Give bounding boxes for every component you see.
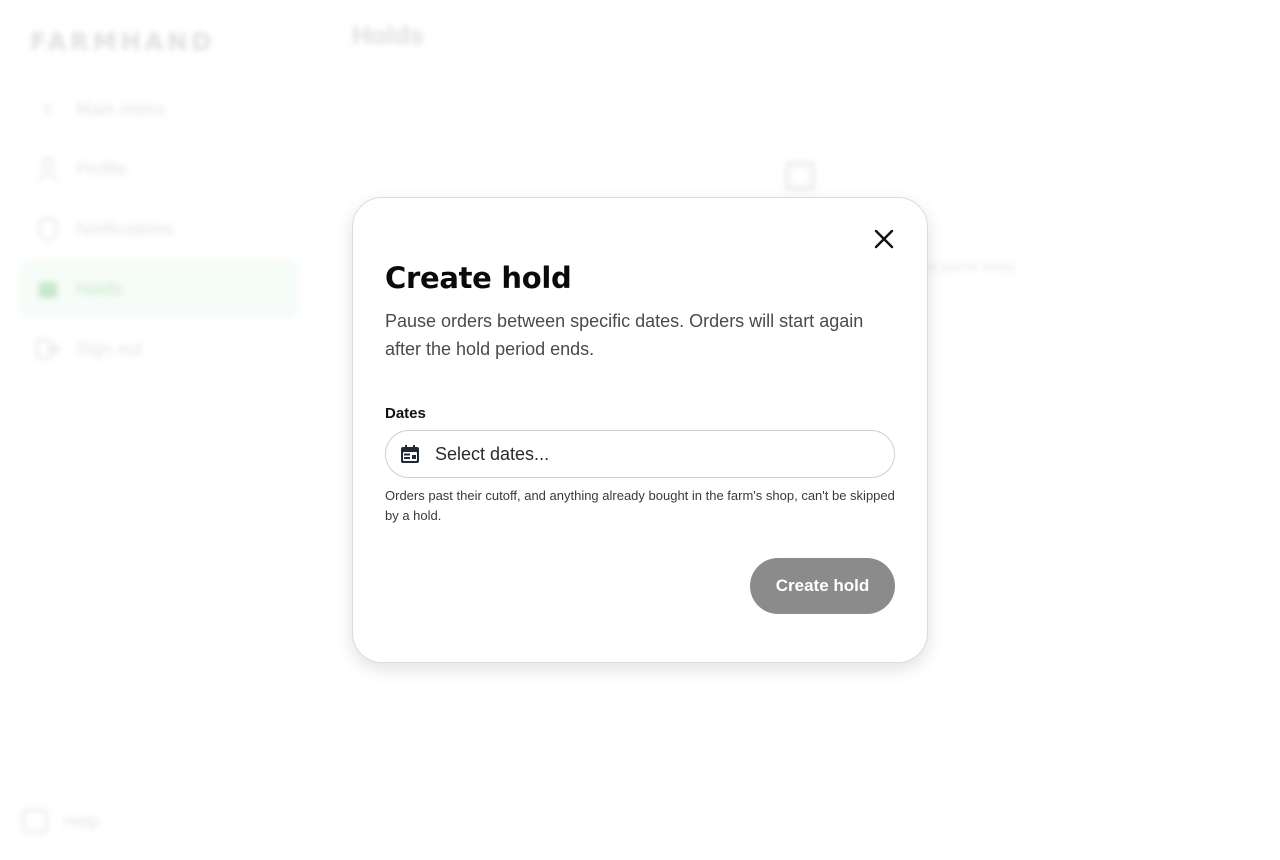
dates-placeholder: Select dates... (435, 443, 550, 464)
dates-label: Dates (385, 405, 426, 422)
close-icon (874, 229, 894, 254)
dialog-title: Create hold (385, 261, 572, 295)
calendar-icon (400, 444, 420, 464)
create-hold-dialog: Create hold Pause orders between specifi… (352, 197, 928, 663)
hold-hint-text: Orders past their cutoff, and anything a… (385, 488, 895, 523)
create-hold-button[interactable]: Create hold (750, 558, 895, 614)
dialog-description: Pause orders between specific dates. Ord… (385, 311, 864, 359)
close-button[interactable] (871, 228, 897, 254)
dates-picker-input[interactable]: Select dates... (385, 430, 895, 478)
